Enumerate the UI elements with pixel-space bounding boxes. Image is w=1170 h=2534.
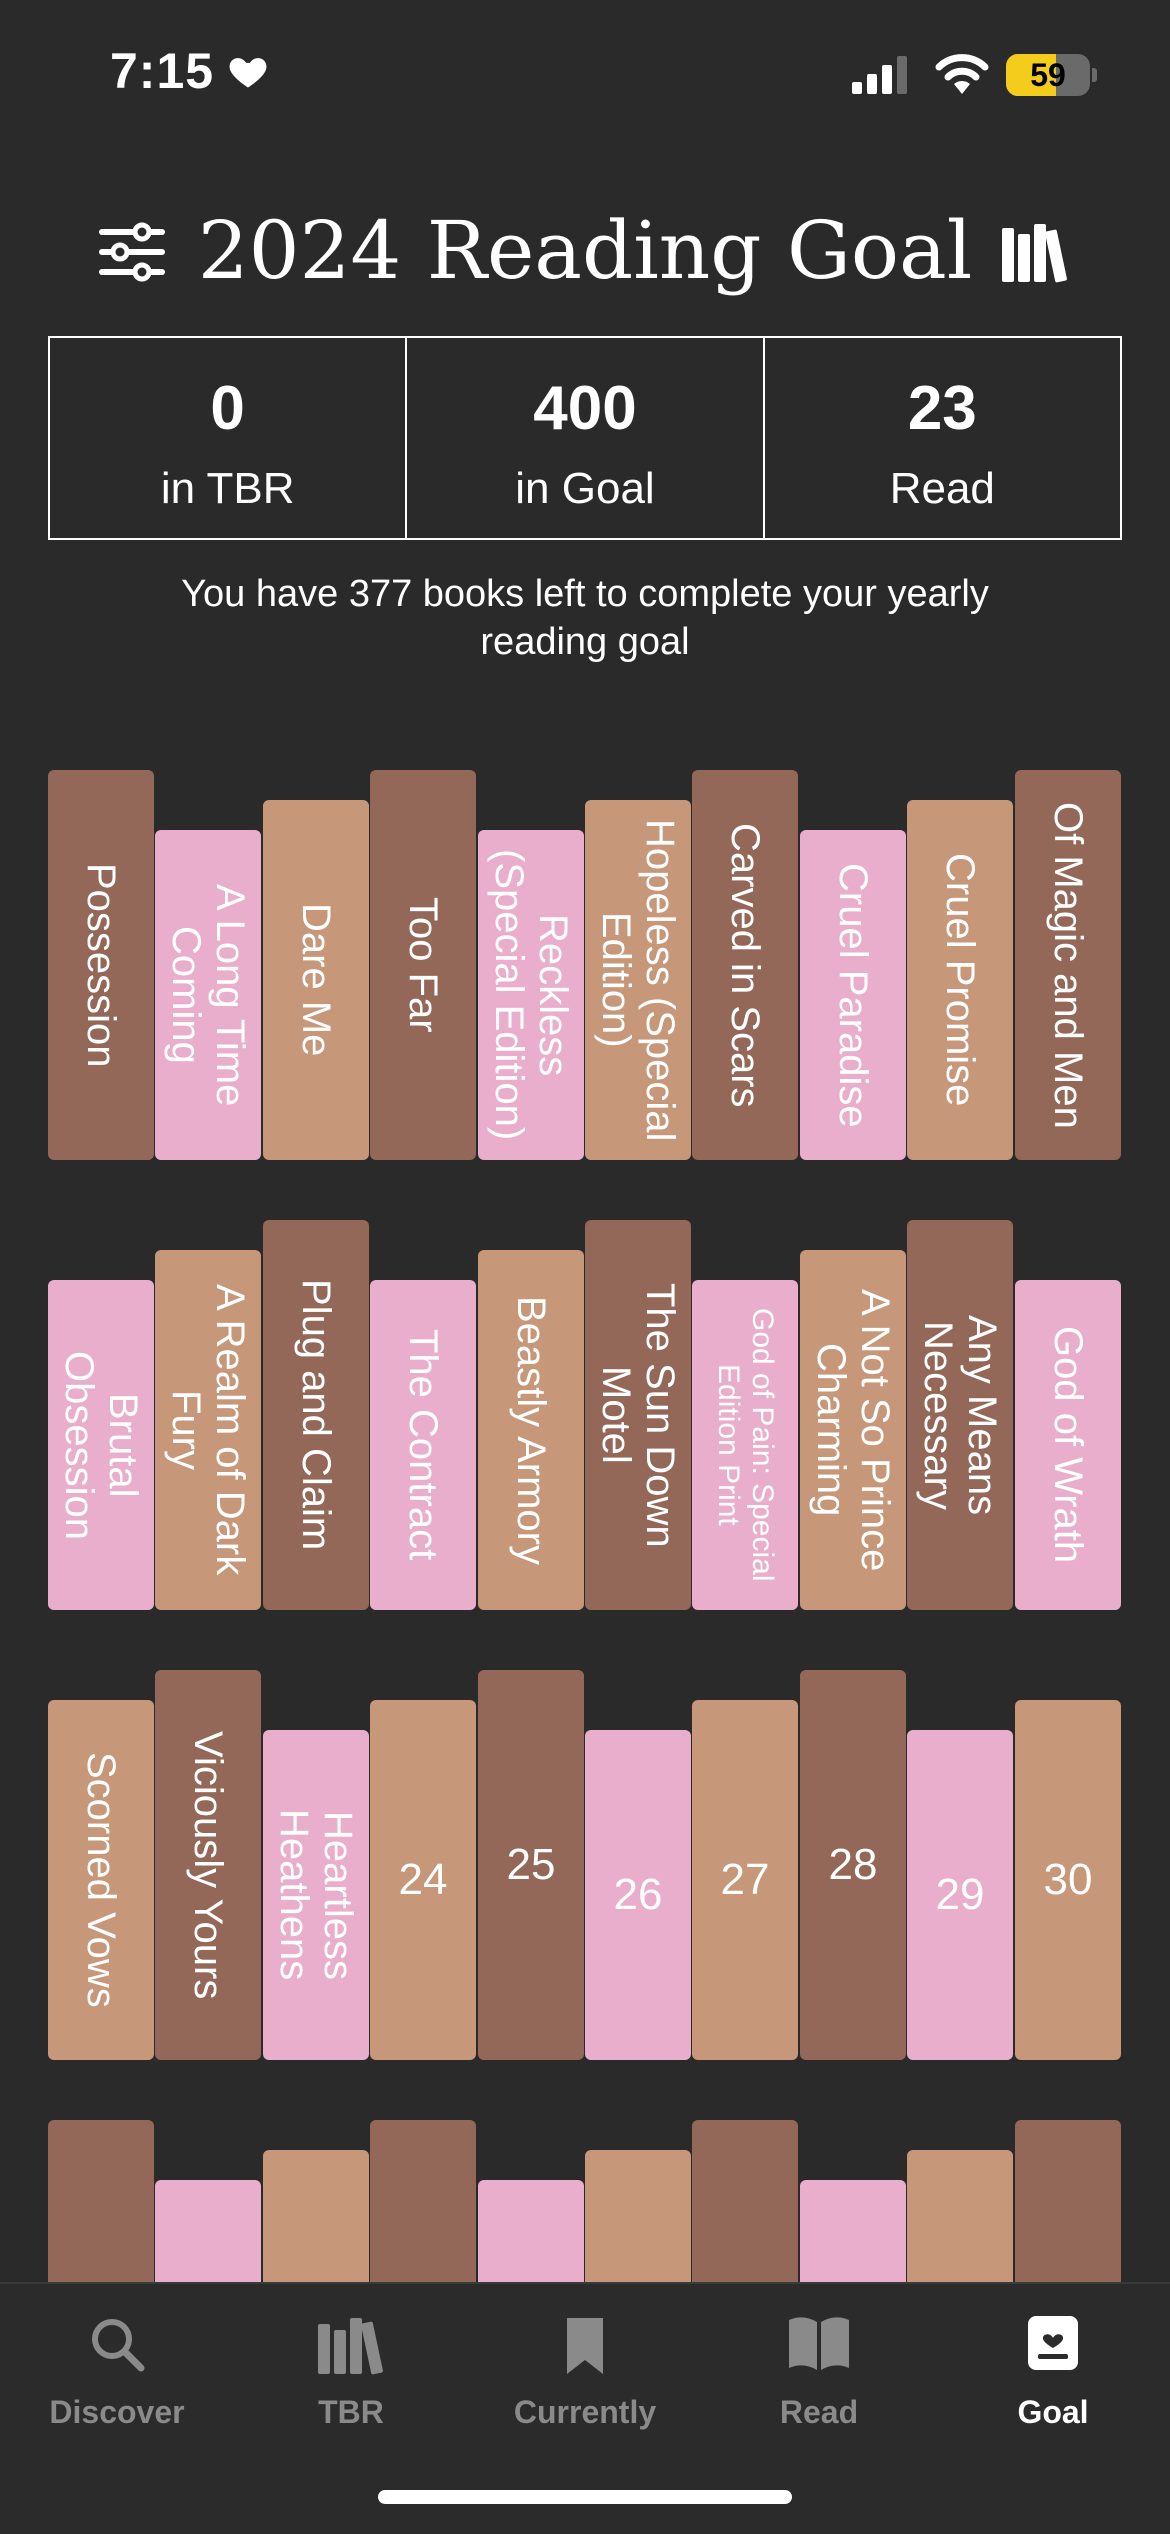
book-title: A Realm of Dark Fury — [164, 1284, 252, 1576]
stat-label: Read — [889, 464, 995, 513]
book-title: Beastly Armory — [509, 1295, 553, 1565]
status-bar: 7:15 59 — [0, 0, 1170, 140]
stat-value: 400 — [533, 374, 637, 443]
shelf-row: Brutal Obsession A Realm of Dark Fury Plug… — [48, 1220, 1122, 1610]
book-title: Possession — [79, 862, 123, 1068]
book-spine[interactable]: The Sun Down Motel — [585, 1220, 691, 1610]
book-title: Too Far — [401, 897, 445, 1033]
book-title: Brutal Obsession — [57, 1350, 145, 1540]
stat-goal[interactable]: 400 in Goal — [405, 336, 765, 540]
tab-label: Discover — [49, 2394, 185, 2430]
stat-value: 23 — [907, 374, 977, 443]
bookshelf-icon[interactable] — [1000, 220, 1072, 284]
book-spine[interactable]: 24 — [370, 1700, 476, 2060]
book-spine[interactable]: Viciously Yours — [155, 1670, 261, 2060]
shelf-row: Scorned Vows Viciously Yours Heartless Hea… — [48, 1670, 1122, 2060]
heart-icon — [229, 58, 267, 88]
book-number: 27 — [720, 1855, 770, 1904]
book-spine[interactable]: Dare Me — [263, 800, 369, 1160]
stat-read[interactable]: 23 Read — [762, 336, 1122, 540]
books-icon — [318, 2318, 383, 2375]
book-spine[interactable]: 26 — [585, 1730, 691, 2060]
book-title: Plug and Claim — [294, 1279, 338, 1551]
cellular-signal-icon — [852, 56, 907, 94]
book-spine[interactable]: Of Magic and Men — [1015, 770, 1121, 1160]
time-text: 7:15 — [110, 43, 215, 99]
book-number: 24 — [398, 1855, 448, 1904]
book-title: A Not So Prince Charming — [809, 1288, 897, 1572]
book-spine[interactable]: The Contract — [370, 1280, 476, 1610]
book-title: Dare Me — [294, 903, 338, 1057]
book-spine[interactable]: 25 — [478, 1670, 584, 2060]
book-spine[interactable]: Plug and Claim — [263, 1220, 369, 1610]
stats-row: 0 in TBR 400 in Goal 23 Read — [48, 336, 1122, 540]
book-spine[interactable]: A Long Time Coming — [155, 830, 261, 1160]
book-spine[interactable]: A Realm of Dark Fury — [155, 1250, 261, 1610]
search-icon — [92, 2319, 145, 2372]
wifi-icon — [935, 54, 989, 94]
book-title: Scorned Vows — [79, 1752, 123, 2008]
book-title: Heartless Heathens — [272, 1809, 360, 1981]
battery-percent: 59 — [1030, 57, 1066, 93]
book-spine[interactable]: Scorned Vows — [48, 1700, 154, 2060]
book-spine[interactable]: 28 — [800, 1670, 906, 2060]
book-title: A Long Time Coming — [164, 883, 252, 1107]
bookmark-icon — [567, 2318, 603, 2374]
book-title: Of Magic and Men — [1046, 801, 1090, 1129]
book-title: Any Means Necessary — [916, 1314, 1004, 1516]
book-spine[interactable]: 27 — [692, 1700, 798, 2060]
open-book-icon — [789, 2317, 849, 2370]
book-spine[interactable]: Any Means Necessary — [907, 1220, 1013, 1610]
book-spine[interactable]: Reckless (Special Edition) — [478, 830, 584, 1160]
book-number: 28 — [828, 1840, 878, 1889]
shelf-row: Possession A Long Time Coming Dare Me Too F… — [48, 770, 1122, 1160]
battery-icon: 59 — [1006, 54, 1090, 96]
book-number: 30 — [1043, 1855, 1093, 1904]
goal-icon — [1028, 2316, 1078, 2370]
page-title: 2024 Reading Goal — [197, 204, 973, 297]
book-title: Carved in Scars — [723, 822, 767, 1108]
book-spine[interactable]: 30 — [1015, 1700, 1121, 2060]
book-spine[interactable]: God of Pain: Special Edition Print — [692, 1280, 798, 1610]
book-title: Viciously Yours — [186, 1730, 230, 2000]
goal-message: You have 377 books left to complete your… — [181, 573, 989, 663]
battery-tip — [1092, 68, 1097, 82]
book-title: Cruel Paradise — [831, 862, 875, 1128]
home-indicator[interactable] — [378, 2490, 792, 2504]
book-title: Reckless (Special Edition) — [487, 849, 575, 1141]
book-spine[interactable]: 29 — [907, 1730, 1013, 2060]
book-title: God of Pain: Special Edition Print — [712, 1308, 779, 1582]
book-spine[interactable]: A Not So Prince Charming — [800, 1250, 906, 1610]
book-spine[interactable]: Cruel Paradise — [800, 830, 906, 1160]
book-spine[interactable]: Brutal Obsession — [48, 1280, 154, 1610]
book-title: The Contract — [401, 1329, 445, 1561]
book-spine[interactable]: Carved in Scars — [692, 770, 798, 1160]
stat-label: in TBR — [160, 464, 295, 513]
book-title: God of Wrath — [1046, 1326, 1090, 1564]
book-title: The Sun Down Motel — [594, 1282, 682, 1548]
book-number: 26 — [613, 1870, 663, 1919]
book-spine[interactable]: Heartless Heathens — [263, 1730, 369, 2060]
tab-label: Goal — [1017, 2394, 1089, 2430]
clock: 7:15 — [110, 42, 270, 100]
book-spine[interactable]: Too Far — [370, 770, 476, 1160]
book-number: 29 — [935, 1870, 985, 1919]
book-spine[interactable]: Beastly Armory — [478, 1250, 584, 1610]
book-title: Hopeless (Special Edition) — [594, 818, 682, 1142]
tab-label: TBR — [318, 2394, 384, 2430]
stat-value: 0 — [210, 374, 245, 443]
book-number: 25 — [506, 1840, 556, 1889]
stat-tbr[interactable]: 0 in TBR — [48, 336, 408, 540]
book-spine[interactable]: Cruel Promise — [907, 800, 1013, 1160]
tab-label: Read — [779, 2394, 859, 2430]
book-spine[interactable]: Hopeless (Special Edition) — [585, 800, 691, 1160]
book-title: Cruel Promise — [938, 853, 982, 1107]
book-spine[interactable]: Possession — [48, 770, 154, 1160]
stat-label: in Goal — [515, 464, 655, 513]
book-spine[interactable]: God of Wrath — [1015, 1280, 1121, 1610]
tab-label: Currently — [513, 2394, 657, 2430]
